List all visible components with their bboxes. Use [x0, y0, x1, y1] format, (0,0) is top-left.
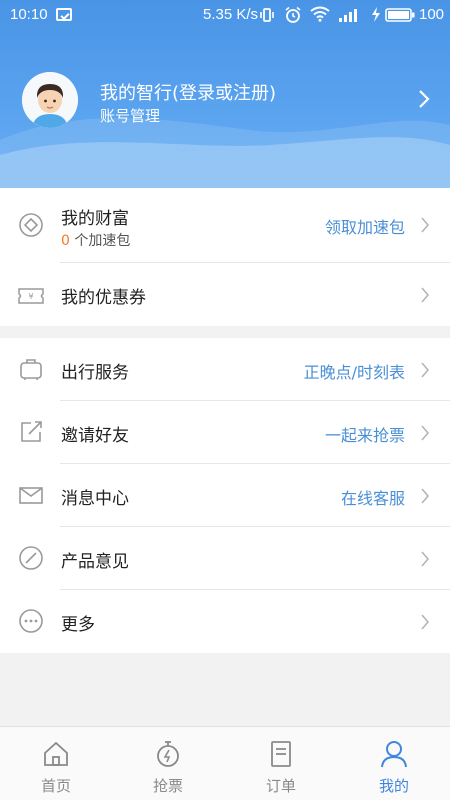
nav-label: 我的 — [378, 777, 409, 795]
avatar-boy-icon — [22, 72, 78, 128]
alarm-icon — [285, 6, 301, 23]
charging-icon — [372, 7, 380, 22]
coupon-label: 我的优惠券 — [61, 288, 146, 308]
wealth-label: 我的财富 — [61, 209, 129, 229]
chevron-right-icon — [421, 614, 430, 630]
travel-service-row[interactable]: 出行服务 正晚点/时刻表 — [0, 338, 450, 401]
menu-label: 消息中心 — [61, 489, 129, 509]
nav-grab-ticket[interactable]: 抢票 — [112, 727, 224, 800]
menu-label: 产品意见 — [61, 552, 129, 572]
battery-icon — [385, 8, 415, 22]
chevron-right-icon — [421, 425, 430, 441]
chevron-right-icon — [421, 362, 430, 378]
chevron-right-icon — [421, 287, 430, 303]
coupon-ticket-icon: ¥ — [18, 288, 44, 304]
menu-label: 出行服务 — [61, 363, 129, 383]
more-dots-icon — [19, 609, 43, 633]
nav-label: 首页 — [40, 777, 71, 795]
wealth-group: 我的财富 0 个加速包 领取加速包 ¥ 我的优惠券 — [0, 188, 450, 326]
profile-header: 10:10 5.35 K/s 100 我的智行(登录或注册) 账号管理 — [0, 0, 450, 188]
menu-right-link[interactable]: 正晚点/时刻表 — [304, 359, 405, 383]
network-speed: 5.35 K/s — [203, 6, 259, 23]
wealth-count-number: 0 — [61, 233, 70, 249]
feedback-pen-icon — [19, 546, 43, 570]
avatar[interactable] — [22, 72, 78, 128]
wealth-row[interactable]: 我的财富 0 个加速包 领取加速包 — [0, 188, 450, 263]
wealth-count-suffix: 个加速包 — [69, 233, 131, 249]
menu-label: 更多 — [61, 615, 95, 635]
nav-home[interactable]: 首页 — [0, 727, 112, 800]
battery-level: 100 — [419, 6, 445, 23]
photo-icon — [56, 8, 72, 21]
status-bar: 10:10 5.35 K/s 100 — [0, 0, 450, 30]
wifi-icon — [310, 6, 330, 22]
mail-icon — [19, 487, 43, 504]
menu-label: 邀请好友 — [61, 426, 129, 446]
claim-speed-pack-link[interactable]: 领取加速包 — [325, 214, 405, 238]
menu-group: 出行服务 正晚点/时刻表 邀请好友 一起来抢票 消息中心 在线客服 产品意见 更… — [0, 338, 450, 653]
share-icon — [21, 421, 42, 442]
vibrate-icon — [260, 8, 274, 22]
home-icon — [44, 741, 68, 766]
chevron-right-icon — [421, 488, 430, 504]
nav-label: 订单 — [265, 777, 296, 795]
profile-name-link[interactable]: 我的智行(登录或注册) — [100, 79, 276, 105]
svg-text:¥: ¥ — [28, 292, 33, 301]
nav-label: 抢票 — [152, 777, 183, 795]
luggage-icon — [20, 359, 42, 380]
bottom-nav: 首页 抢票 订单 我的 — [0, 726, 450, 800]
menu-right-link[interactable]: 一起来抢票 — [325, 422, 405, 446]
signal-icon — [339, 9, 357, 22]
order-icon — [271, 741, 291, 767]
status-time: 10:10 — [10, 6, 48, 23]
person-icon — [381, 741, 407, 768]
wealth-count: 0 个加速包 — [61, 230, 130, 250]
chevron-right-icon — [421, 217, 430, 233]
nav-mine[interactable]: 我的 — [338, 727, 450, 800]
stopwatch-icon — [157, 741, 179, 767]
chevron-right-icon[interactable] — [417, 89, 431, 109]
feedback-row[interactable]: 产品意见 — [0, 527, 450, 590]
nav-orders[interactable]: 订单 — [225, 727, 337, 800]
message-center-row[interactable]: 消息中心 在线客服 — [0, 464, 450, 527]
menu-right-link[interactable]: 在线客服 — [341, 485, 405, 509]
wealth-diamond-icon — [19, 213, 43, 237]
invite-friends-row[interactable]: 邀请好友 一起来抢票 — [0, 401, 450, 464]
chevron-right-icon — [421, 551, 430, 567]
account-management-link[interactable]: 账号管理 — [100, 105, 160, 126]
more-row[interactable]: 更多 — [0, 590, 450, 653]
coupon-row[interactable]: ¥ 我的优惠券 — [0, 263, 450, 326]
